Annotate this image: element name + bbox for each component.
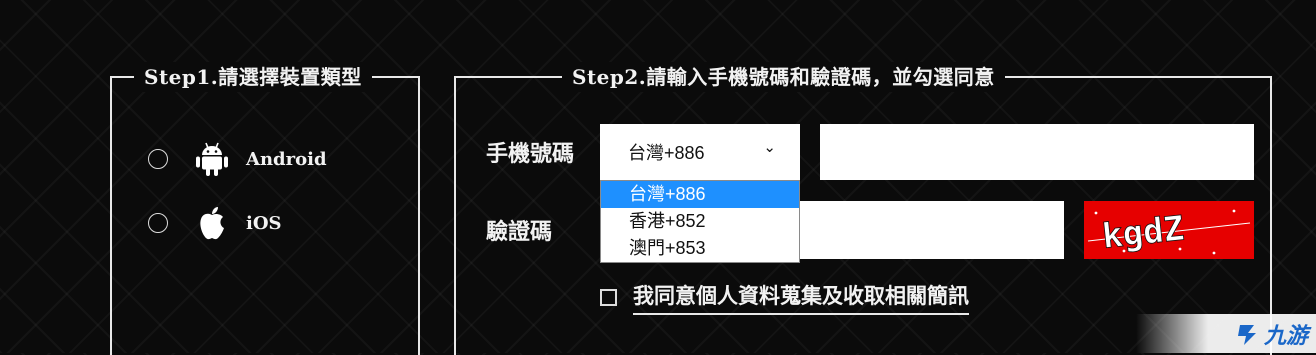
captcha-text: kgdZ <box>1100 209 1186 257</box>
country-select-value: 台灣+886 <box>628 143 705 163</box>
chevron-down-icon: ⌄ <box>763 139 776 156</box>
android-label: Android <box>246 148 327 170</box>
code-label: 驗證碼 <box>486 219 553 245</box>
country-dropdown[interactable]: 台灣+886 香港+852 澳門+853 <box>600 180 800 263</box>
watermark-text: 九游 <box>1263 323 1308 349</box>
step1-title: Step1.請選擇裝置類型 <box>134 62 372 92</box>
step1-panel: Step1.請選擇裝置類型 Android iOS <box>110 62 420 355</box>
captcha-image[interactable]: kgdZ <box>1084 201 1254 259</box>
country-select[interactable]: 台灣+886 ⌄ <box>600 124 800 180</box>
apple-icon <box>192 203 232 243</box>
country-option-hongkong[interactable]: 香港+852 <box>601 208 799 235</box>
ios-radio[interactable] <box>148 213 168 233</box>
country-option-macau[interactable]: 澳門+853 <box>601 235 799 262</box>
country-option-taiwan[interactable]: 台灣+886 <box>601 181 799 208</box>
watermark-logo-icon <box>1237 324 1256 345</box>
step2-title: Step2.請輸入手機號碼和驗證碼，並勾選同意 <box>562 62 1005 92</box>
agree-label[interactable]: 我同意個人資料蒐集及收取相關簡訊 <box>633 280 969 315</box>
ios-label: iOS <box>246 212 282 234</box>
phone-input[interactable] <box>820 124 1254 180</box>
option-android[interactable]: Android <box>148 139 327 179</box>
agree-checkbox[interactable] <box>600 289 617 306</box>
option-ios[interactable]: iOS <box>148 203 282 243</box>
android-icon <box>192 139 232 179</box>
phone-label: 手機號碼 <box>486 141 575 167</box>
agree-row[interactable]: 我同意個人資料蒐集及收取相關簡訊 <box>600 280 969 315</box>
watermark: 九游 <box>1136 314 1316 353</box>
android-radio[interactable] <box>148 149 168 169</box>
